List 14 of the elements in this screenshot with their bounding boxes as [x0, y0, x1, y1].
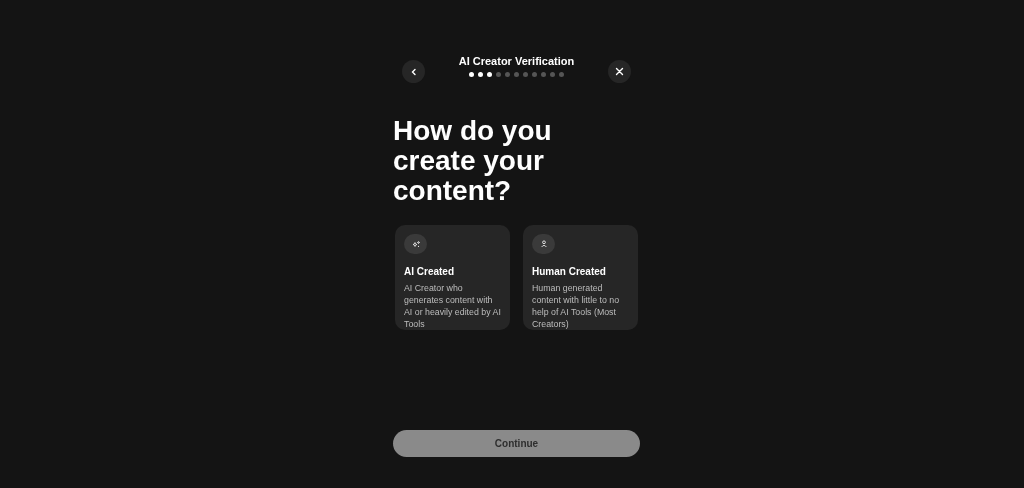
option-card[interactable]: Human Created Human generated content with little to no help of AI Tools (Most Creators) [523, 225, 638, 330]
person-icon [538, 239, 549, 249]
window-title: AI Creator Verification [458, 54, 575, 69]
option-description: AI Creator who generates content with AI or heavily edited by AI Tools [404, 282, 501, 330]
option-title: AI Created [404, 265, 455, 279]
option-title: Human Created [532, 265, 607, 279]
close-icon [615, 67, 624, 76]
option-card[interactable]: AI Created AI Creator who generates content with AI or heavily edited by AI Tools [395, 225, 510, 330]
back-icon [409, 67, 418, 76]
heading: How do you create your content? [393, 116, 553, 206]
option-description: Human generated content with little to no help of AI Tools (Most Creators) [532, 282, 621, 330]
sparkle-icon [410, 239, 421, 249]
close-button[interactable] [608, 60, 631, 83]
back-button[interactable] [402, 60, 425, 83]
